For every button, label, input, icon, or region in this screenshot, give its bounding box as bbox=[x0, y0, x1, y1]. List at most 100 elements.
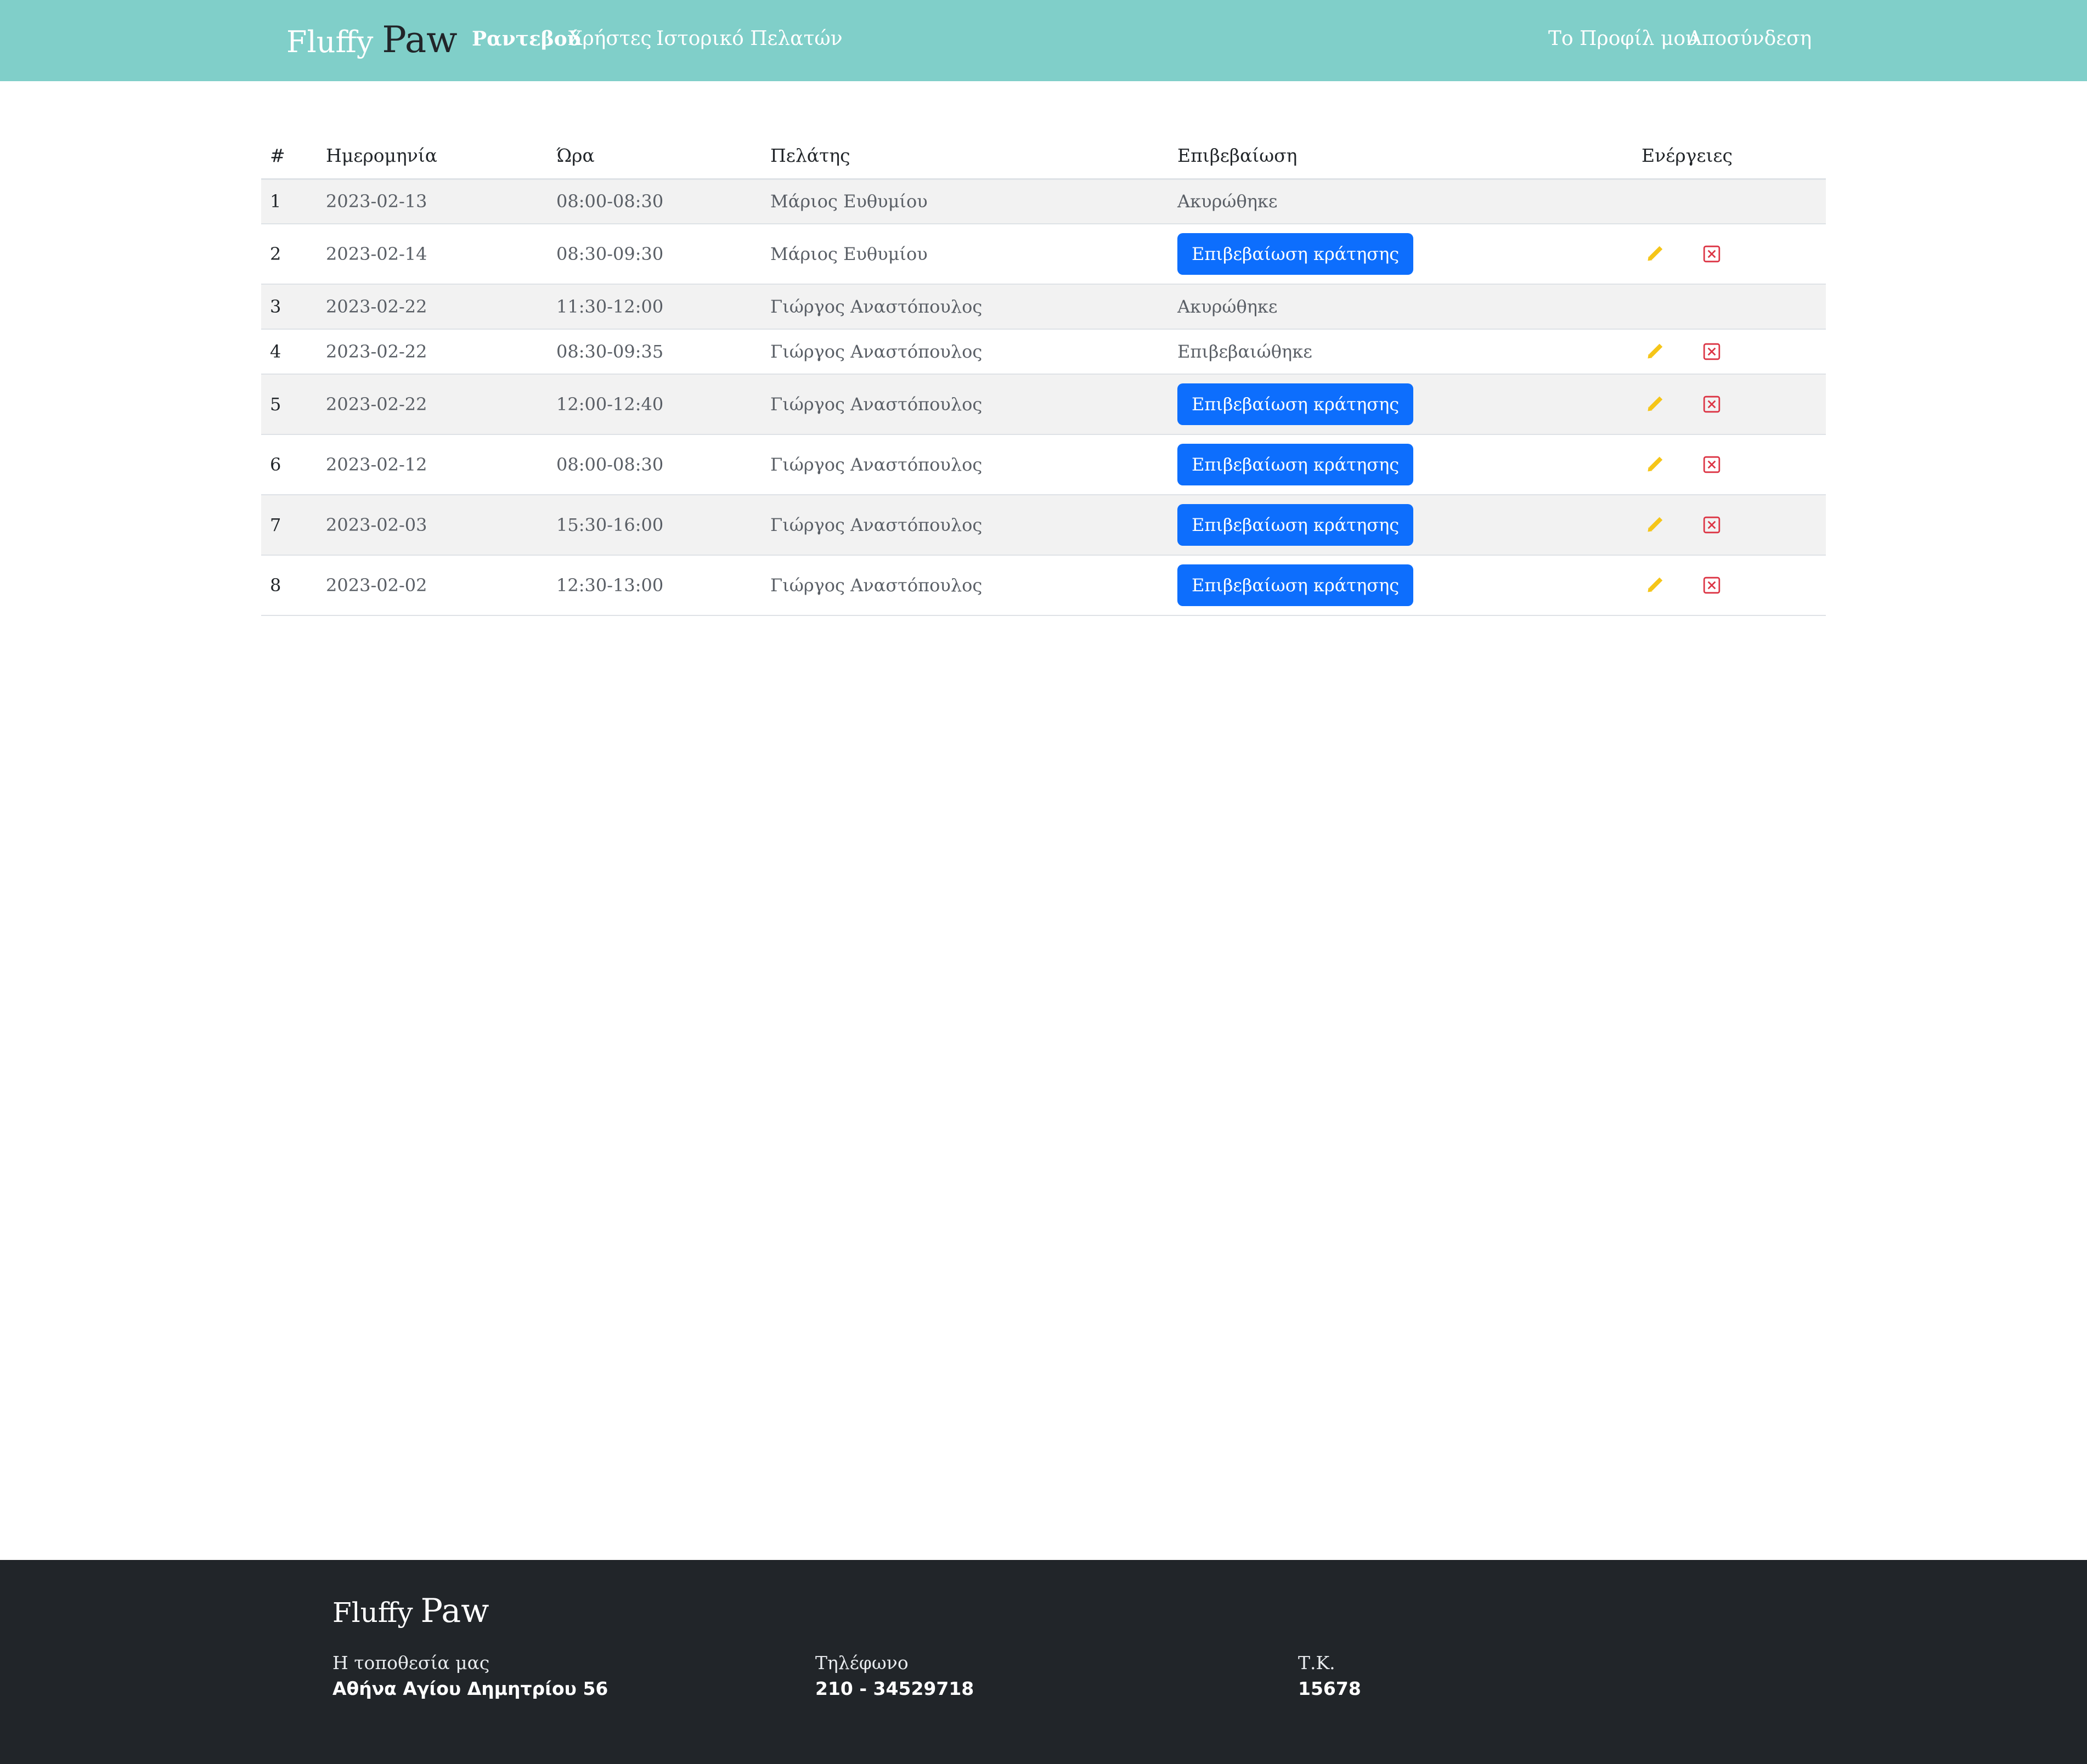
footer-zip-label: Τ.Κ. bbox=[1298, 1652, 1335, 1673]
navbar: Fluffy Paw Ραντεβού Χρήστες Ιστορικό Πελα… bbox=[0, 0, 2087, 81]
nav-my-profile[interactable]: Το Προφίλ μου bbox=[1548, 27, 1697, 50]
row-date: 2023-02-14 bbox=[317, 224, 548, 285]
appointments-table-wrapper: # Ημερομηνία Ώρα Πελάτης Επιβεβαίωση Ενέ… bbox=[261, 133, 1826, 616]
row-client: Γιώργος Αναστόπουλος bbox=[762, 495, 1169, 556]
pencil-icon[interactable] bbox=[1644, 514, 1666, 536]
row-status: Επιβεβαιώθηκε bbox=[1169, 329, 1633, 375]
table-row: 4 2023-02-22 08:30-09:35 Γιώργος Αναστόπ… bbox=[261, 329, 1826, 375]
table-row: 7 2023-02-03 15:30-16:00 Γιώργος Αναστόπ… bbox=[261, 495, 1826, 556]
footer: Fluffy Paw Η τοποθεσία μας Αθήνα Αγίου Δη… bbox=[0, 1560, 2087, 1764]
header-client: Πελάτης bbox=[762, 133, 1169, 180]
footer-brand-first: Fluffy bbox=[332, 1597, 413, 1629]
footer-phone-value: 210 - 34529718 bbox=[815, 1678, 974, 1699]
row-number: 8 bbox=[261, 555, 317, 616]
row-time: 11:30-12:00 bbox=[548, 284, 762, 330]
row-status: Ακυρώθηκε bbox=[1169, 284, 1633, 330]
confirm-booking-button[interactable]: Επιβεβαίωση κράτησης bbox=[1177, 233, 1414, 275]
footer-brand-logo: Fluffy Paw bbox=[332, 1592, 489, 1630]
row-confirmation: Επιβεβαίωση κράτησης bbox=[1169, 495, 1633, 556]
pencil-icon[interactable] bbox=[1644, 393, 1666, 415]
close-box-icon[interactable] bbox=[1701, 243, 1723, 265]
row-date: 2023-02-02 bbox=[317, 555, 548, 616]
table-row: 1 2023-02-13 08:00-08:30 Μάριος Ευθυμίου… bbox=[261, 179, 1826, 224]
pencil-icon[interactable] bbox=[1644, 574, 1666, 596]
table-row: 8 2023-02-02 12:30-13:00 Γιώργος Αναστόπ… bbox=[261, 555, 1826, 616]
row-actions bbox=[1633, 555, 1826, 616]
pencil-icon[interactable] bbox=[1644, 341, 1666, 363]
row-confirmation: Επιβεβαίωση κράτησης bbox=[1169, 374, 1633, 435]
row-number: 5 bbox=[261, 374, 317, 435]
row-date: 2023-02-13 bbox=[317, 179, 548, 224]
pencil-icon[interactable] bbox=[1644, 454, 1666, 476]
row-client: Γιώργος Αναστόπουλος bbox=[762, 555, 1169, 616]
row-actions bbox=[1633, 434, 1826, 495]
nav-logout[interactable]: Αποσύνδεση bbox=[1688, 27, 1812, 50]
row-confirmation: Επιβεβαίωση κράτησης bbox=[1169, 224, 1633, 285]
table-row: 2 2023-02-14 08:30-09:30 Μάριος Ευθυμίου… bbox=[261, 224, 1826, 285]
row-actions bbox=[1633, 224, 1826, 285]
footer-zip: Τ.Κ. 15678 bbox=[1298, 1652, 1361, 1699]
row-client: Γιώργος Αναστόπουλος bbox=[762, 374, 1169, 435]
nav-appointments[interactable]: Ραντεβού bbox=[472, 27, 581, 50]
row-status: Ακυρώθηκε bbox=[1169, 179, 1633, 224]
row-date: 2023-02-22 bbox=[317, 374, 548, 435]
row-time: 08:00-08:30 bbox=[548, 179, 762, 224]
header-time: Ώρα bbox=[548, 133, 762, 180]
header-confirmation: Επιβεβαίωση bbox=[1169, 133, 1633, 180]
pencil-icon[interactable] bbox=[1644, 243, 1666, 265]
row-number: 7 bbox=[261, 495, 317, 556]
close-box-icon[interactable] bbox=[1701, 514, 1723, 536]
close-box-icon[interactable] bbox=[1701, 341, 1723, 363]
row-number: 3 bbox=[261, 284, 317, 330]
row-client: Μάριος Ευθυμίου bbox=[762, 179, 1169, 224]
confirm-booking-button[interactable]: Επιβεβαίωση κράτησης bbox=[1177, 564, 1414, 606]
table-row: 6 2023-02-12 08:00-08:30 Γιώργος Αναστόπ… bbox=[261, 434, 1826, 495]
header-date: Ημερομηνία bbox=[317, 133, 548, 180]
row-actions bbox=[1633, 329, 1826, 375]
confirm-booking-button[interactable]: Επιβεβαίωση κράτησης bbox=[1177, 383, 1414, 425]
row-number: 6 bbox=[261, 434, 317, 495]
close-box-icon[interactable] bbox=[1701, 393, 1723, 415]
footer-phone: Τηλέφωνο 210 - 34529718 bbox=[815, 1652, 974, 1699]
brand-logo[interactable]: Fluffy Paw bbox=[286, 19, 458, 61]
row-client: Γιώργος Αναστόπουλος bbox=[762, 434, 1169, 495]
header-number: # bbox=[261, 133, 317, 180]
footer-phone-label: Τηλέφωνο bbox=[815, 1652, 909, 1673]
table-header-row: # Ημερομηνία Ώρα Πελάτης Επιβεβαίωση Ενέ… bbox=[261, 133, 1826, 180]
row-time: 12:30-13:00 bbox=[548, 555, 762, 616]
row-date: 2023-02-03 bbox=[317, 495, 548, 556]
row-time: 08:30-09:35 bbox=[548, 329, 762, 375]
footer-zip-value: 15678 bbox=[1298, 1678, 1361, 1699]
row-time: 08:00-08:30 bbox=[548, 434, 762, 495]
row-time: 12:00-12:40 bbox=[548, 374, 762, 435]
close-box-icon[interactable] bbox=[1701, 454, 1723, 476]
row-number: 4 bbox=[261, 329, 317, 375]
confirm-booking-button[interactable]: Επιβεβαίωση κράτησης bbox=[1177, 504, 1414, 546]
table-row: 5 2023-02-22 12:00-12:40 Γιώργος Αναστόπ… bbox=[261, 374, 1826, 435]
row-client: Γιώργος Αναστόπουλος bbox=[762, 284, 1169, 330]
footer-location-label: Η τοποθεσία μας bbox=[332, 1652, 490, 1673]
footer-location-value: Αθήνα Αγίου Δημητρίου 56 bbox=[332, 1678, 608, 1699]
row-time: 08:30-09:30 bbox=[548, 224, 762, 285]
footer-brand-second: Paw bbox=[420, 1592, 489, 1630]
close-box-icon[interactable] bbox=[1701, 574, 1723, 596]
footer-location: Η τοποθεσία μας Αθήνα Αγίου Δημητρίου 56 bbox=[332, 1652, 608, 1699]
nav-users[interactable]: Χρήστες bbox=[568, 27, 652, 50]
nav-client-history[interactable]: Ιστορικό Πελατών bbox=[656, 27, 843, 50]
row-client: Μάριος Ευθυμίου bbox=[762, 224, 1169, 285]
row-date: 2023-02-22 bbox=[317, 284, 548, 330]
row-confirmation: Επιβεβαίωση κράτησης bbox=[1169, 555, 1633, 616]
appointments-table: # Ημερομηνία Ώρα Πελάτης Επιβεβαίωση Ενέ… bbox=[261, 133, 1826, 616]
row-actions bbox=[1633, 374, 1826, 435]
row-date: 2023-02-12 bbox=[317, 434, 548, 495]
row-client: Γιώργος Αναστόπουλος bbox=[762, 329, 1169, 375]
row-actions bbox=[1633, 284, 1826, 330]
row-number: 1 bbox=[261, 179, 317, 224]
header-actions: Ενέργειες bbox=[1633, 133, 1826, 180]
confirm-booking-button[interactable]: Επιβεβαίωση κράτησης bbox=[1177, 444, 1414, 485]
brand-first: Fluffy bbox=[286, 25, 374, 59]
table-row: 3 2023-02-22 11:30-12:00 Γιώργος Αναστόπ… bbox=[261, 284, 1826, 330]
row-confirmation: Επιβεβαίωση κράτησης bbox=[1169, 434, 1633, 495]
row-number: 2 bbox=[261, 224, 317, 285]
row-actions bbox=[1633, 179, 1826, 224]
